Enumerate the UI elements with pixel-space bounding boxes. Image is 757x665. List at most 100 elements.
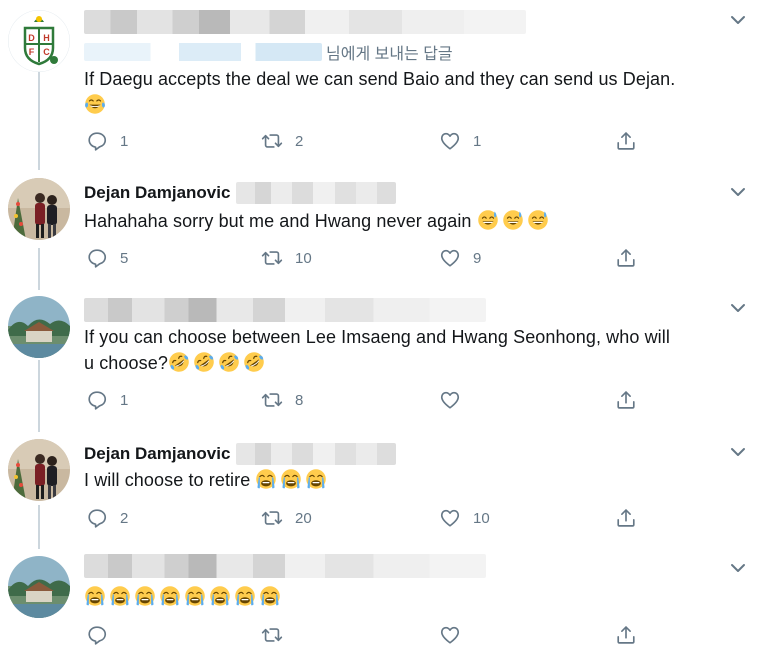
blurred-reply-to-handle[interactable] xyxy=(84,43,322,61)
emoji-icon xyxy=(477,210,498,230)
emoji-row xyxy=(84,94,109,115)
retweet-button[interactable]: 20 xyxy=(261,505,312,531)
like-button[interactable]: 9 xyxy=(439,245,481,271)
tweet[interactable] xyxy=(0,548,757,665)
heart-icon xyxy=(439,130,461,152)
like-count: 10 xyxy=(473,509,490,527)
tweet[interactable]: Dejan Damjanovic Hahahaha sorry but me a… xyxy=(0,170,757,282)
reply-count: 1 xyxy=(120,132,129,150)
svg-text:F: F xyxy=(29,47,35,57)
tweet-text: If you can choose between Lee Imsaeng an… xyxy=(84,324,744,376)
emoji-icon xyxy=(244,352,264,372)
emoji-icon xyxy=(306,469,327,489)
emoji-row xyxy=(168,352,268,373)
heart-icon xyxy=(439,247,461,269)
display-name[interactable]: Dejan Damjanovic xyxy=(84,183,230,203)
tweet-header xyxy=(84,298,486,322)
like-button[interactable] xyxy=(439,387,473,413)
emoji-icon xyxy=(235,586,255,606)
share-button[interactable] xyxy=(615,622,637,648)
emoji-icon xyxy=(502,210,523,230)
user-photo-avatar xyxy=(8,439,70,501)
share-button[interactable] xyxy=(615,505,637,531)
emoji-row xyxy=(477,210,552,231)
share-button[interactable] xyxy=(615,387,637,413)
chevron-down-icon[interactable] xyxy=(729,14,747,26)
share-button[interactable] xyxy=(615,245,637,271)
retweet-count: 10 xyxy=(295,249,312,267)
reply-count: 1 xyxy=(120,391,129,409)
reply-icon xyxy=(86,247,108,269)
retweet-icon xyxy=(261,247,283,269)
chevron-down-icon[interactable] xyxy=(729,186,747,198)
club-logo-avatar: D H F C xyxy=(8,10,70,72)
tweet-header: Dejan Damjanovic xyxy=(84,181,397,205)
share-icon xyxy=(615,624,637,646)
like-button[interactable]: 10 xyxy=(439,505,490,531)
emoji-icon xyxy=(135,586,155,606)
retweet-icon xyxy=(261,624,283,646)
retweet-button[interactable]: 8 xyxy=(261,387,303,413)
reply-to-label: 님에게 보내는 답글 xyxy=(326,46,453,63)
emoji-icon xyxy=(219,352,239,372)
svg-text:H: H xyxy=(43,33,50,43)
chevron-down-icon[interactable] xyxy=(729,562,747,574)
heart-icon xyxy=(439,389,461,411)
tweet-actions: 1 2 1 xyxy=(84,128,644,154)
blurred-handle xyxy=(236,443,397,465)
avatar[interactable]: D H F C xyxy=(8,10,70,72)
reply-button[interactable] xyxy=(86,622,108,648)
emoji-row xyxy=(255,469,330,490)
reply-icon xyxy=(86,507,108,529)
chevron-down-icon[interactable] xyxy=(729,302,747,314)
tweet-text-body: Hahahaha sorry but me and Hwang never ag… xyxy=(84,211,472,231)
like-count: 1 xyxy=(473,132,482,150)
emoji-icon xyxy=(169,352,189,372)
emoji-icon xyxy=(210,586,230,606)
chevron-down-icon[interactable] xyxy=(729,446,747,458)
retweet-button[interactable]: 10 xyxy=(261,245,312,271)
avatar[interactable] xyxy=(8,296,70,358)
tweet-text-body: If Daegu accepts the deal we can send Ba… xyxy=(84,69,676,89)
reply-icon xyxy=(86,624,108,646)
tweet[interactable]: If you can choose between Lee Imsaeng an… xyxy=(0,288,757,426)
blurred-name xyxy=(84,298,486,322)
emoji-icon xyxy=(256,469,277,489)
blurred-name xyxy=(84,10,526,34)
emoji-icon xyxy=(110,586,130,606)
avatar[interactable] xyxy=(8,556,70,618)
avatar[interactable] xyxy=(8,178,70,240)
avatar[interactable] xyxy=(8,439,70,501)
emoji-row xyxy=(84,586,284,607)
tweet-header: Dejan Damjanovic xyxy=(84,442,397,466)
like-button[interactable]: 1 xyxy=(439,128,481,154)
reply-button[interactable]: 2 xyxy=(86,505,128,531)
emoji-icon xyxy=(527,210,548,230)
retweet-button[interactable] xyxy=(261,622,283,648)
share-icon xyxy=(615,389,637,411)
tweet-actions xyxy=(84,622,644,648)
emoji-icon xyxy=(160,586,180,606)
user-photo-avatar xyxy=(8,178,70,240)
tweet-actions: 1 8 xyxy=(84,387,644,413)
share-icon xyxy=(615,247,637,269)
like-button[interactable] xyxy=(439,622,461,648)
emoji-icon xyxy=(281,469,302,489)
retweet-count: 20 xyxy=(295,509,312,527)
tweet-text xyxy=(84,584,744,610)
tweet[interactable]: Dejan Damjanovic I will choose to retire… xyxy=(0,432,757,542)
reply-button[interactable]: 1 xyxy=(86,128,128,154)
svg-text:C: C xyxy=(43,47,50,57)
share-icon xyxy=(615,130,637,152)
reply-button[interactable]: 1 xyxy=(86,387,128,413)
retweet-button[interactable]: 2 xyxy=(261,128,303,154)
tweet[interactable]: D H F C 님에게 보내는 답글 If Daegu accepts the … xyxy=(0,0,757,162)
blurred-handle xyxy=(236,182,397,204)
share-button[interactable] xyxy=(615,128,637,154)
blurred-name xyxy=(84,554,486,578)
tweet-text: Hahahaha sorry but me and Hwang never ag… xyxy=(84,208,744,234)
landscape-photo-avatar xyxy=(8,556,70,618)
display-name[interactable]: Dejan Damjanovic xyxy=(84,444,230,464)
retweet-count: 2 xyxy=(295,132,304,150)
reply-button[interactable]: 5 xyxy=(86,245,128,271)
